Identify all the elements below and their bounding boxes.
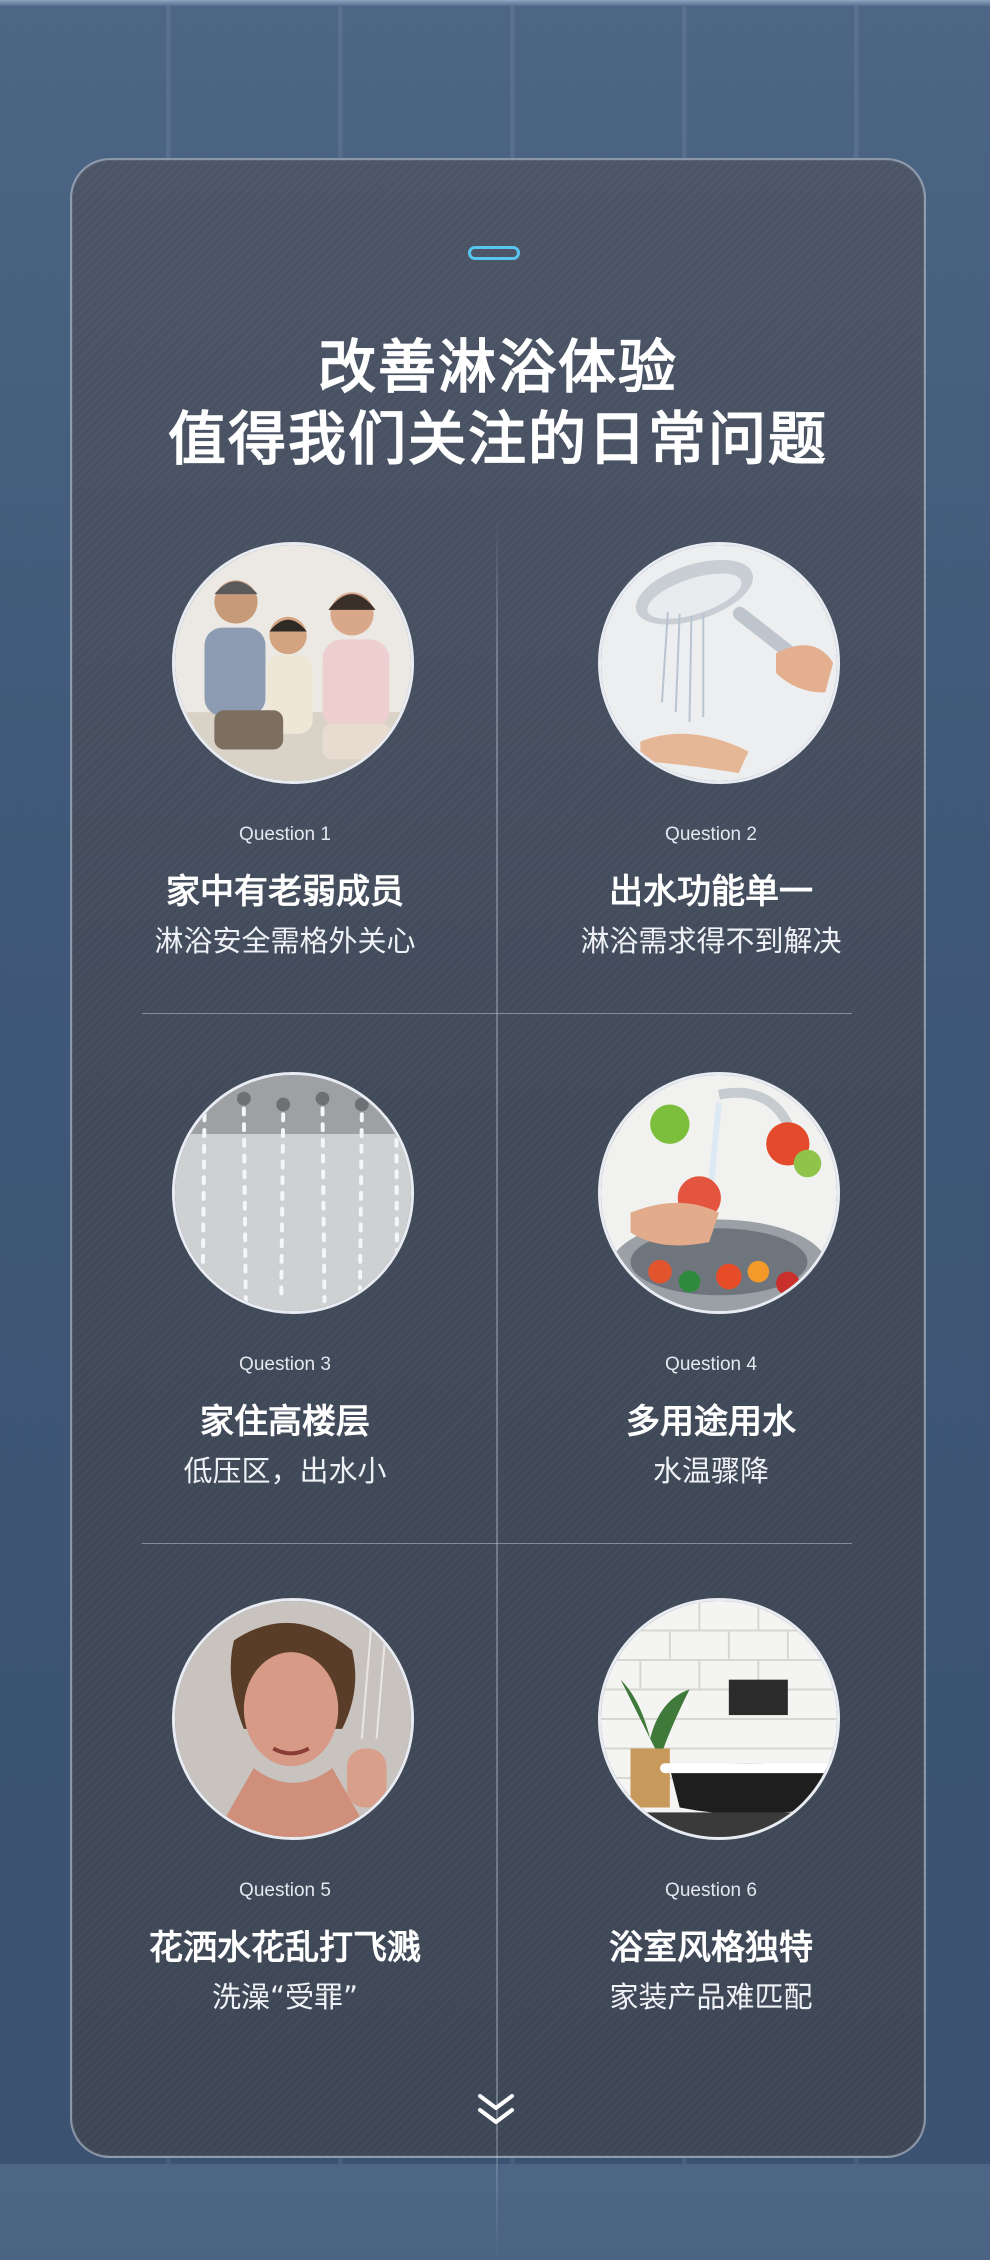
family-photo [172,542,414,784]
question-item-3: Question 3 家住高楼层 低压区，出水小 [72,1072,498,1592]
question-label: Question 5 [239,1880,331,1901]
question-desc: 水温骤降 [652,1454,769,1488]
question-desc: 淋浴安全需格外关心 [154,924,416,958]
question-title: 出水功能单一 [609,872,813,912]
question-label: Question 1 [239,824,331,845]
question-desc: 洗澡“受罪” [211,1980,359,2014]
top-edge [0,0,990,6]
question-label: Question 3 [239,1354,331,1375]
question-item-4: Question 4 多用途用水 水温骤降 [498,1072,924,1592]
question-title: 家住高楼层 [200,1402,370,1442]
question-item-6: Question 6 浴室风格独特 家装产品难匹配 [498,1598,924,2118]
question-desc: 家装产品难匹配 [609,1980,813,2014]
question-item-1: Question 1 家中有老弱成员 淋浴安全需格外关心 [72,542,498,1062]
question-label: Question 4 [665,1354,757,1375]
questions-card: 改善淋浴体验 值得我们关注的日常问题 Question 1 家中有老弱成员 淋浴… [70,158,926,2260]
question-title: 浴室风格独特 [609,1928,813,1968]
shower-head-photo [598,542,840,784]
question-title: 花洒水花乱打飞溅 [149,1928,421,1968]
headline-line-2: 值得我们关注的日常问题 [167,405,828,473]
question-desc: 淋浴需求得不到解决 [580,924,842,958]
bathroom-photo [598,1598,840,1840]
question-item-2: Question 2 出水功能单一 淋浴需求得不到解决 [498,542,924,1062]
question-title: 多用途用水 [626,1402,796,1442]
question-label: Question 6 [665,1880,757,1901]
question-label: Question 2 [665,824,757,845]
double-chevron-down-icon[interactable] [474,2092,518,2128]
washing-vegetables-photo [598,1072,840,1314]
woman-showering-photo [172,1598,414,1840]
question-title: 家中有老弱成员 [166,872,404,912]
question-item-5: Question 5 花洒水花乱打飞溅 洗澡“受罪” [72,1598,498,2118]
question-desc: 低压区，出水小 [183,1454,387,1488]
rain-shower-photo [172,1072,414,1314]
pill-indicator-icon [468,246,520,260]
